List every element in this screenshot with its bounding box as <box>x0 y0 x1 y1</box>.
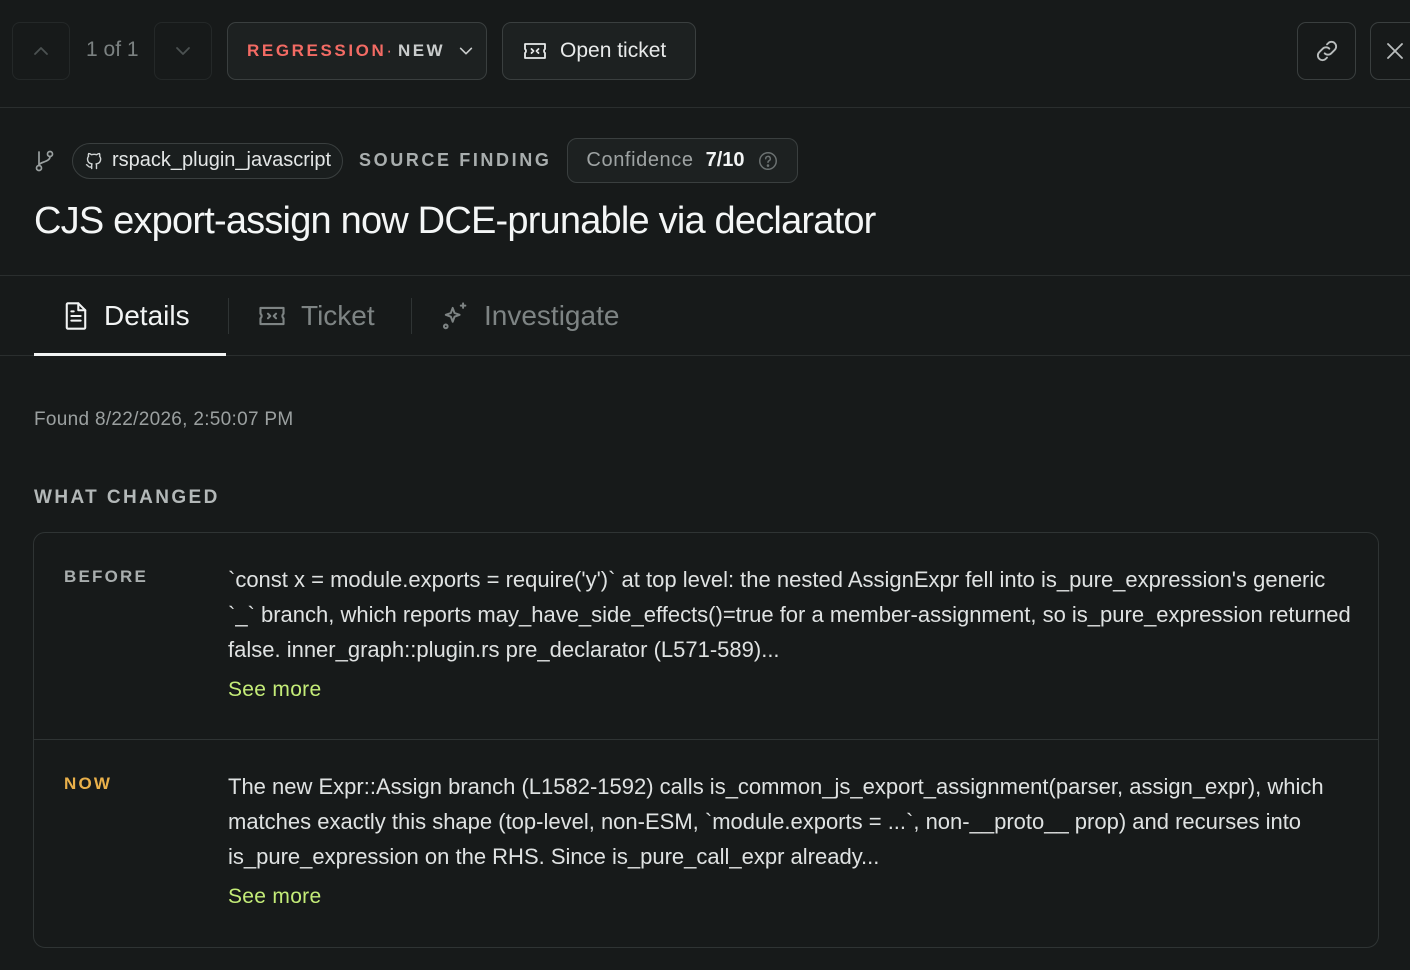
changes-card: BEFORE `const x = module.exports = requi… <box>33 532 1379 948</box>
found-timestamp: Found 8/22/2026, 2:50:07 PM <box>34 409 294 430</box>
open-ticket-label: Open ticket <box>560 39 667 62</box>
tab-investigate[interactable]: Investigate <box>440 276 619 356</box>
active-tab-indicator <box>34 353 226 356</box>
tab-divider <box>411 298 412 334</box>
before-label: BEFORE <box>64 567 149 586</box>
now-text: The new Expr::Assign branch (L1582-1592)… <box>228 774 1324 869</box>
tab-ticket[interactable]: Ticket <box>257 276 375 356</box>
finding-meta-row: rspack_plugin_javascript SOURCE FINDING … <box>34 138 798 183</box>
tab-bar: Details Ticket Investigate <box>0 275 1410 356</box>
top-toolbar: 1 of 1 REGRESSION · NEW Open ticket <box>0 0 1410 108</box>
chevron-up-icon <box>31 41 51 61</box>
close-icon <box>1383 39 1407 63</box>
tab-details[interactable]: Details <box>62 276 190 356</box>
tab-investigate-label: Investigate <box>484 300 620 331</box>
ticket-icon <box>522 40 548 62</box>
link-icon <box>1313 37 1341 65</box>
tab-ticket-label: Ticket <box>301 300 375 331</box>
status-dropdown[interactable]: REGRESSION · NEW <box>227 22 487 80</box>
source-finding-label: SOURCE FINDING <box>359 150 552 170</box>
copy-link-button[interactable] <box>1297 22 1356 80</box>
what-changed-heading: WHAT CHANGED <box>34 487 220 508</box>
repo-name: rspack_plugin_javascript <box>112 149 332 171</box>
chevron-down-icon <box>173 41 193 61</box>
sparkles-icon <box>440 301 470 331</box>
confidence-value: 7/10 <box>705 149 745 171</box>
document-icon <box>62 301 90 331</box>
help-circle-icon[interactable] <box>757 150 779 172</box>
chevron-down-icon <box>457 42 475 60</box>
status-kind-label: REGRESSION <box>247 41 387 60</box>
git-branch-icon <box>34 149 56 173</box>
repo-chip[interactable]: rspack_plugin_javascript <box>72 142 344 179</box>
before-row: BEFORE `const x = module.exports = requi… <box>34 533 1378 740</box>
previous-finding-button[interactable] <box>12 22 70 80</box>
confidence-label: Confidence <box>586 149 694 171</box>
before-text: `const x = module.exports = require('y')… <box>228 567 1351 662</box>
before-see-more-link[interactable]: See more <box>228 678 321 702</box>
open-ticket-button[interactable]: Open ticket <box>502 22 696 80</box>
status-separator: · <box>386 41 393 60</box>
tab-details-label: Details <box>104 300 190 331</box>
status-state-label: NEW <box>398 41 445 60</box>
now-label: NOW <box>64 774 113 793</box>
close-button[interactable] <box>1370 22 1410 80</box>
ticket-icon <box>257 303 287 329</box>
confidence-chip: Confidence 7/10 <box>567 138 798 183</box>
tab-divider <box>228 298 229 334</box>
pager-indicator: 1 of 1 <box>86 38 139 61</box>
github-icon <box>84 151 104 171</box>
now-row: NOW The new Expr::Assign branch (L1582-1… <box>34 740 1378 947</box>
next-finding-button[interactable] <box>154 22 212 80</box>
page-title: CJS export-assign now DCE-prunable via d… <box>34 200 876 242</box>
now-see-more-link[interactable]: See more <box>228 885 321 909</box>
